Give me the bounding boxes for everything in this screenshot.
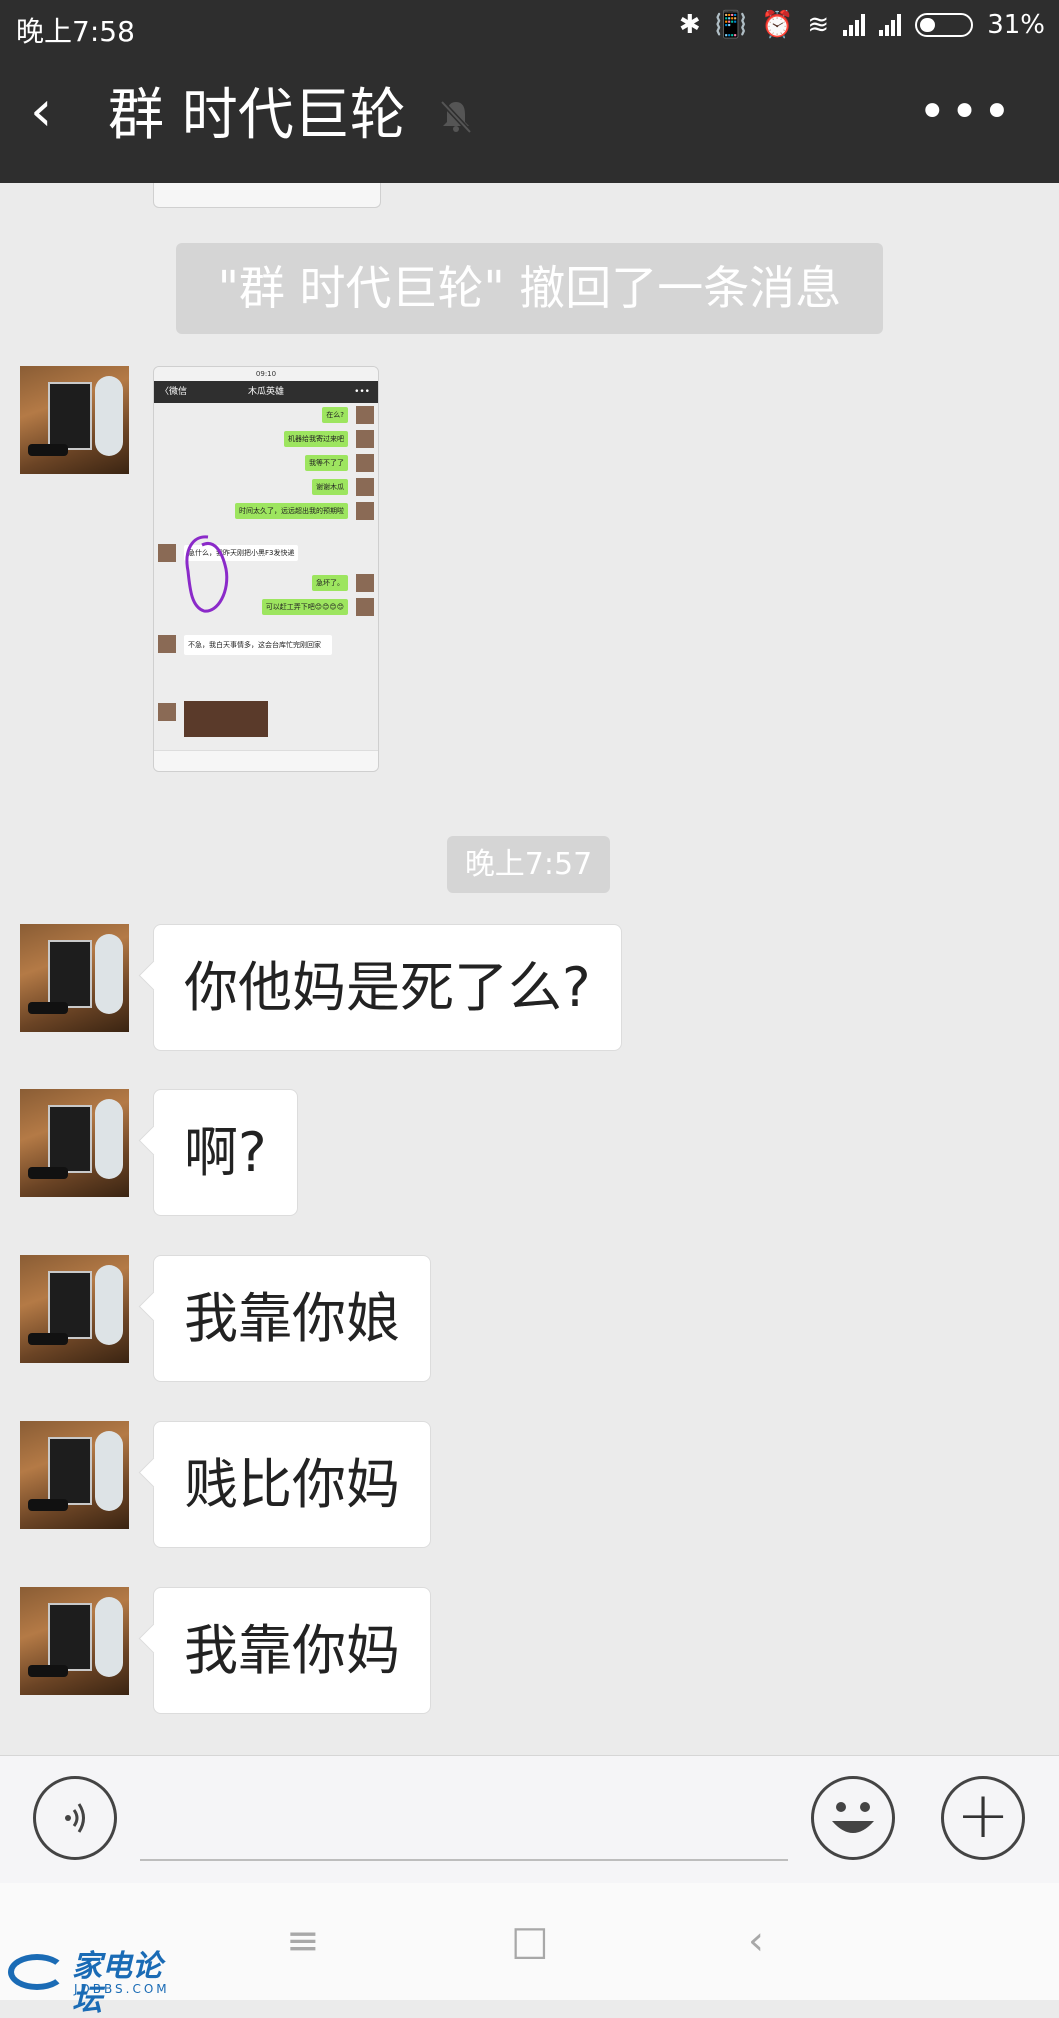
chat-header: ‹ 群 时代巨轮 ••• [0, 52, 1059, 183]
message-bubble[interactable]: 我靠你娘 [153, 1255, 431, 1382]
circle-annotation [185, 535, 229, 613]
home-button[interactable]: □ [511, 1917, 549, 1965]
image-line: 我等不了了 [305, 455, 348, 471]
avatar[interactable] [20, 1587, 129, 1695]
avatar[interactable] [20, 1421, 129, 1529]
watermark-logo: 家电论坛 JDBBS.COM [8, 1948, 188, 2018]
image-title: 木瓜英雄 [247, 387, 284, 397]
image-status-bar: 09:10 [154, 367, 378, 381]
image-chat-header: 〈微信 木瓜英雄 ••• [154, 381, 378, 403]
image-avatar [158, 703, 176, 721]
message-bubble[interactable]: 贱比你妈 [153, 1421, 431, 1548]
image-line: 谢谢木瓜 [312, 479, 348, 495]
avatar[interactable] [20, 1089, 129, 1197]
input-bar: + [0, 1755, 1059, 1883]
image-avatar [356, 598, 374, 616]
voice-icon [65, 1803, 85, 1833]
image-line: 不急，我白天事情多，这会台库忙完刚回家 [184, 635, 332, 655]
image-avatar [356, 502, 374, 520]
emoji-button[interactable] [811, 1776, 895, 1860]
mute-bell-icon [440, 100, 472, 134]
previous-image-message[interactable] [153, 183, 381, 208]
message-input[interactable] [140, 1859, 788, 1861]
chat-title: 群 时代巨轮 [108, 83, 406, 148]
avatar[interactable] [20, 924, 129, 1032]
status-bar: 晚上7:58 ✱ 📳 ⏰ ≋ 31% [0, 0, 1059, 52]
vibrate-icon: 📳 [714, 10, 748, 40]
image-input-bar [154, 750, 378, 771]
emoji-icon [832, 1802, 874, 1833]
image-line: 在么? [322, 407, 348, 423]
message-bubble[interactable]: 你他妈是死了么? [153, 924, 622, 1051]
status-time: 晚上7:58 [16, 15, 135, 48]
battery-percent: 31% [987, 10, 1045, 40]
image-message[interactable]: 09:10 〈微信 木瓜英雄 ••• 在么? 机器给我寄过来吧 我等不了了 谢谢… [153, 366, 379, 772]
image-avatar [356, 430, 374, 448]
chat-message-list[interactable]: "群 时代巨轮" 撤回了一条消息 09:10 〈微信 木瓜英雄 ••• 在么? … [0, 183, 1059, 1755]
plus-button[interactable]: + [941, 1776, 1025, 1860]
avatar[interactable] [20, 1255, 129, 1363]
image-avatar [158, 635, 176, 653]
image-avatar [356, 574, 374, 592]
recall-notice: "群 时代巨轮" 撤回了一条消息 [176, 243, 883, 334]
image-back-label: 〈微信 [160, 387, 188, 397]
image-line: 可以赶工弄下吧😊😊😊😊 [261, 599, 348, 615]
bluetooth-icon: ✱ [678, 10, 701, 40]
image-thumbnail [184, 701, 268, 737]
timestamp: 晚上7:57 [447, 836, 610, 893]
back-button[interactable]: ‹ [30, 80, 52, 144]
image-avatar [158, 544, 176, 562]
avatar[interactable] [20, 366, 129, 474]
image-line: 时间太久了，远远超出我的预期啦 [235, 503, 348, 519]
image-avatar [356, 478, 374, 496]
image-avatar [356, 406, 374, 424]
watermark-en: JDBBS.COM [74, 1982, 170, 1996]
voice-button[interactable] [33, 1776, 117, 1860]
message-bubble[interactable]: 我靠你妈 [153, 1587, 431, 1714]
image-avatar [356, 454, 374, 472]
signal-icon [879, 14, 902, 36]
image-line: 机器给我寄过来吧 [284, 431, 348, 447]
status-icons: ✱ 📳 ⏰ ≋ 31% [679, 10, 1045, 40]
image-more: ••• [354, 387, 370, 397]
more-options-button[interactable]: ••• [918, 88, 1015, 136]
battery-icon [915, 13, 974, 37]
signal-icon [843, 14, 866, 36]
wifi-icon: ≋ [807, 10, 830, 40]
image-line: 急坏了。 [312, 575, 348, 591]
system-back-button[interactable]: ‹ [748, 1917, 764, 1965]
alarm-icon: ⏰ [761, 10, 794, 40]
menu-button[interactable]: ≡ [286, 1917, 320, 1965]
message-bubble[interactable]: 啊? [153, 1089, 298, 1216]
